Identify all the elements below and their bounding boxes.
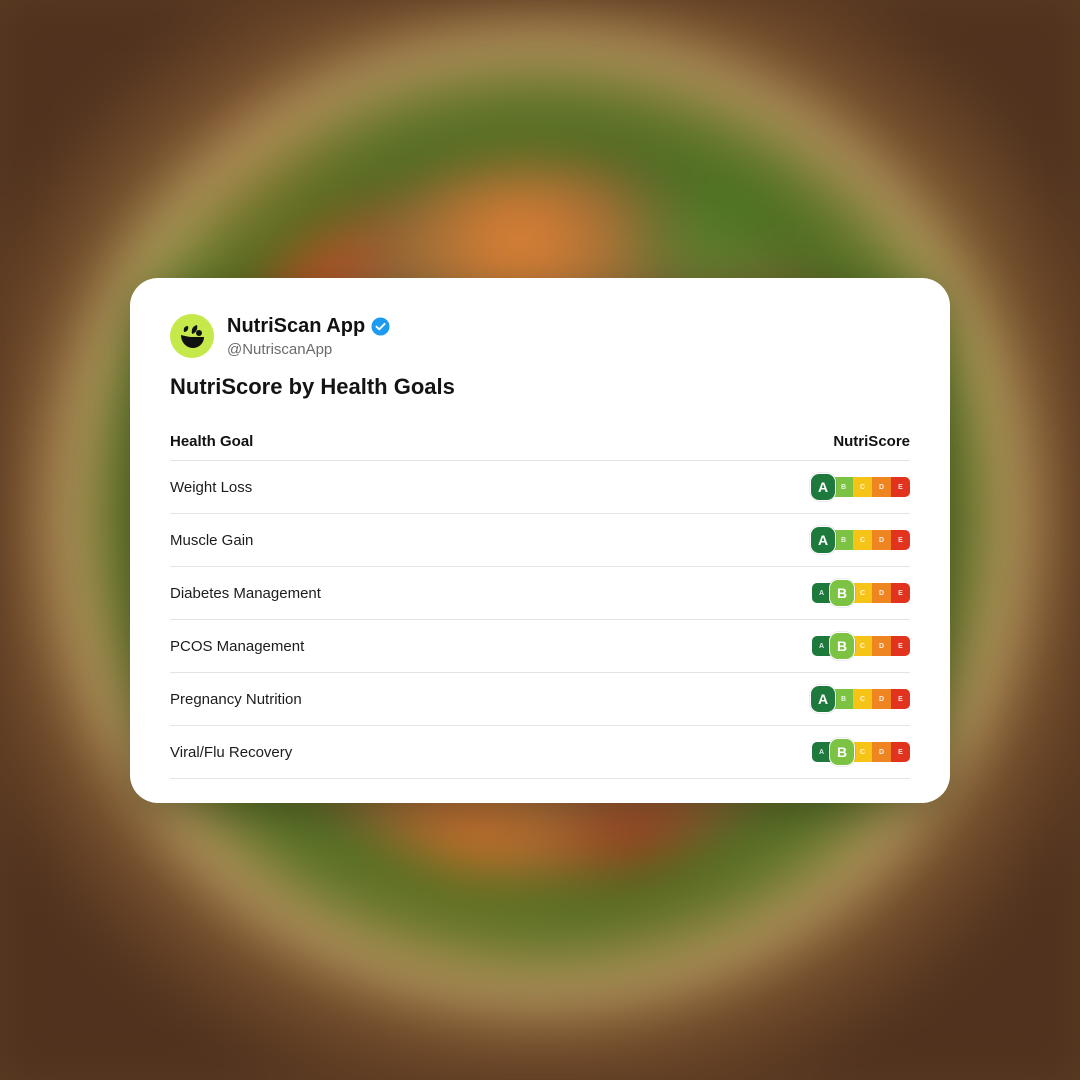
health-goal-label: Viral/Flu Recovery [170, 744, 293, 761]
health-goal-label: PCOS Management [170, 638, 305, 655]
nutriscore-segment-e: E [891, 477, 910, 497]
nutriscore-segment-c: C [853, 530, 872, 550]
nutriscore-segment-d: D [872, 689, 891, 709]
nutriscore-badge: ABCDE [810, 473, 910, 501]
nutriscore-table: Health Goal NutriScore Weight Loss A B C D E M… [170, 422, 910, 779]
table-row: PCOS Management A B C D E [170, 620, 910, 673]
app-name[interactable]: NutriScan App [227, 315, 365, 338]
header-nutriscore: NutriScore [833, 432, 910, 450]
nutriscore-segment-b: B [829, 632, 855, 660]
nutriscore-segment-c: C [853, 477, 872, 497]
nutriscore-segment-b: B [829, 579, 855, 607]
profile-text: NutriScan App @NutriscanApp [227, 315, 390, 358]
nutriscore-segment-b: B [834, 530, 853, 550]
table-header: Health Goal NutriScore [170, 422, 910, 461]
post-title: NutriScore by Health Goals [170, 374, 455, 399]
nutriscore-segment-c: C [853, 689, 872, 709]
nutriscore-segment-d: D [872, 636, 891, 656]
health-goal-label: Pregnancy Nutrition [170, 691, 302, 708]
nutriscore-segment-a: A [810, 685, 836, 713]
nutriscore-segment-b: B [834, 689, 853, 709]
post-card: NutriScan App @NutriscanApp NutriScore b… [130, 278, 950, 803]
nutriscore-segment-a: A [810, 526, 836, 554]
nutriscore-segment-e: E [891, 689, 910, 709]
nutriscore-segment-b: B [834, 477, 853, 497]
nutriscore-segment-b: B [829, 738, 855, 766]
health-goal-label: Diabetes Management [170, 585, 321, 602]
card-content: NutriScan App @NutriscanApp NutriScore b… [170, 314, 910, 779]
avatar[interactable] [170, 314, 214, 358]
leaf-plate-logo-icon [181, 325, 204, 348]
table-row: Muscle Gain A B C D E [170, 514, 910, 567]
nutriscore-segment-e: E [891, 636, 910, 656]
profile-header: NutriScan App @NutriscanApp [170, 314, 910, 358]
app-handle[interactable]: @NutriscanApp [227, 341, 390, 358]
table-row: Weight Loss A B C D E [170, 461, 910, 514]
nutriscore-badge: ABCDE [812, 738, 910, 766]
table-row: Pregnancy Nutrition A B C D E [170, 673, 910, 726]
table-row: Viral/Flu Recovery A B C D E [170, 726, 910, 779]
nutriscore-segment-e: E [891, 583, 910, 603]
nutriscore-badge: ABCDE [812, 632, 910, 660]
nutriscore-segment-d: D [872, 742, 891, 762]
nutriscore-segment-d: D [872, 583, 891, 603]
nutriscore-segment-c: C [853, 583, 872, 603]
nutriscore-badge: ABCDE [812, 579, 910, 607]
header-health-goal: Health Goal [170, 432, 254, 450]
health-goal-label: Muscle Gain [170, 532, 254, 549]
nutriscore-segment-d: D [872, 477, 891, 497]
name-row: NutriScan App [227, 315, 390, 339]
nutriscore-segment-e: E [891, 530, 910, 550]
nutriscore-segment-e: E [891, 742, 910, 762]
nutriscore-segment-d: D [872, 530, 891, 550]
nutriscore-segment-c: C [853, 636, 872, 656]
nutriscore-segment-c: C [853, 742, 872, 762]
health-goal-label: Weight Loss [170, 479, 253, 496]
nutriscore-segment-a: A [810, 473, 836, 501]
verified-badge-icon [371, 317, 390, 336]
table-body: Weight Loss A B C D E Muscle Gain A B C D E Diabetes… [170, 461, 910, 779]
table-row: Diabetes Management A B C D E [170, 567, 910, 620]
nutriscore-badge: ABCDE [810, 685, 910, 713]
nutriscore-badge: ABCDE [810, 526, 910, 554]
